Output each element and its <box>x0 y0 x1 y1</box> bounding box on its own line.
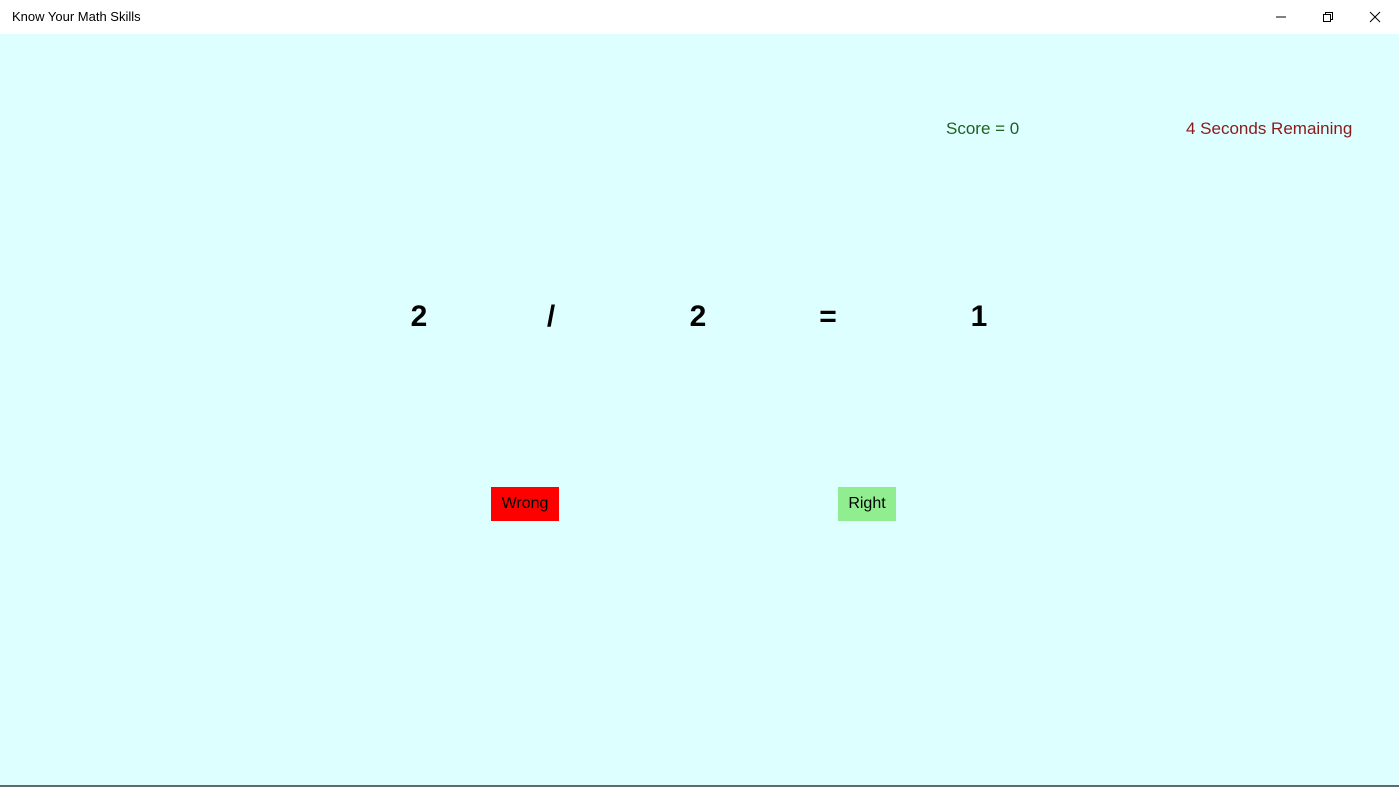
title-bar[interactable]: Know Your Math Skills <box>0 0 1399 34</box>
score-label: Score = 0 <box>946 119 1020 138</box>
operand-1: 2 <box>410 300 428 333</box>
minimize-icon <box>1275 11 1287 23</box>
operand-2: 2 <box>689 300 707 333</box>
equals-sign: = <box>819 300 837 333</box>
wrong-button[interactable]: Wrong <box>491 487 559 521</box>
close-icon <box>1369 11 1381 23</box>
timer-label: 4 Seconds Remaining <box>1186 119 1353 138</box>
result-value: 1 <box>970 300 988 333</box>
right-button[interactable]: Right <box>838 487 896 521</box>
minimize-button[interactable] <box>1258 0 1304 34</box>
operator-sign: / <box>546 300 556 333</box>
restore-button[interactable] <box>1305 0 1351 34</box>
window-title: Know Your Math Skills <box>12 9 141 24</box>
close-button[interactable] <box>1352 0 1398 34</box>
app-window: Know Your Math Skills Score = 0 4 Second… <box>0 0 1399 787</box>
restore-icon <box>1322 11 1334 23</box>
